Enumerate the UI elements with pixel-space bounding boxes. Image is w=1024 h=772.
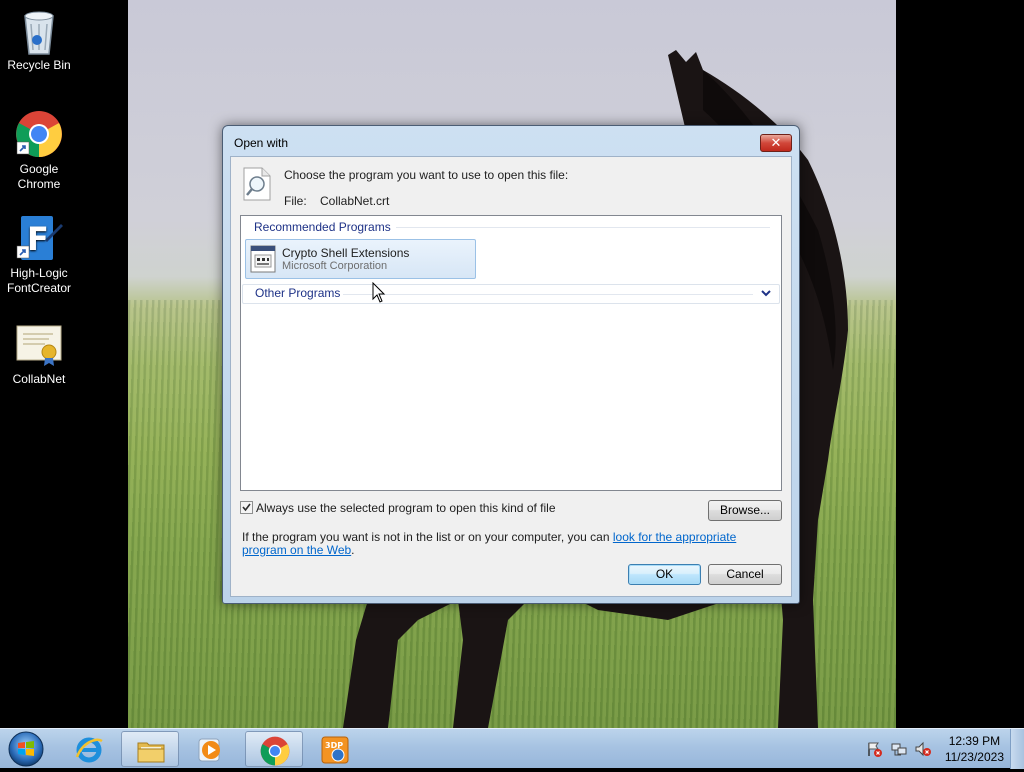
browse-button[interactable]: Browse... [708, 500, 782, 521]
mouse-cursor-icon [372, 281, 386, 307]
svg-text:3DP: 3DP [325, 741, 343, 750]
clock-date: 11/23/2023 [944, 750, 1004, 764]
always-use-label[interactable]: Always use the selected program to open … [256, 501, 556, 515]
3dp-icon: 3DP [320, 735, 350, 765]
file-search-icon [243, 167, 271, 201]
cancel-button[interactable]: Cancel [708, 564, 782, 585]
start-button[interactable] [5, 729, 47, 769]
desktop-icon-google-chrome[interactable]: Google Chrome [2, 110, 76, 192]
taskbar-3dp-chip[interactable]: 3DP [306, 731, 364, 767]
dialog-client-area: Choose the program you want to use to op… [230, 156, 792, 597]
taskbar-google-chrome[interactable] [245, 731, 303, 767]
desktop-icon-high-logic-fontcreator[interactable]: F High-Logic FontCreator [2, 214, 76, 296]
checkmark-icon [242, 503, 251, 512]
windows-start-orb-icon [8, 731, 44, 767]
svg-text:F: F [27, 220, 49, 258]
other-programs-header: Other Programs [255, 286, 341, 300]
ok-button[interactable]: OK [628, 564, 701, 585]
clock-time: 12:39 PM [948, 734, 1001, 748]
dialog-title: Open with [234, 136, 289, 150]
crypto-shell-icon [250, 245, 276, 273]
close-icon: ✕ [770, 135, 782, 150]
taskbar: 3DP 12:39 PM 11/23/2023 [0, 728, 1024, 769]
chrome-icon [15, 110, 63, 158]
other-programs-expander[interactable]: Other Programs [242, 284, 780, 304]
taskbar-internet-explorer[interactable] [60, 731, 118, 767]
chevron-down-icon [761, 286, 771, 303]
desktop-icon-label: Recycle Bin [7, 58, 71, 72]
open-with-dialog: Open with ✕ Choose the program you want … [222, 125, 800, 604]
group-divider [396, 227, 770, 228]
recommended-programs-header[interactable]: Recommended Programs [254, 220, 391, 234]
network-icon[interactable] [891, 741, 907, 757]
file-name: CollabNet.crt [320, 194, 390, 208]
program-publisher: Microsoft Corporation [282, 260, 388, 272]
show-desktop-button[interactable] [1010, 729, 1024, 769]
always-use-checkbox[interactable] [240, 501, 253, 514]
programs-list[interactable]: Recommended Programs Crypto Shell Extens… [240, 215, 782, 491]
desktop-icon-collabnet[interactable]: CollabNet [2, 320, 76, 387]
volume-muted-icon[interactable] [915, 741, 931, 757]
desktop-icon-label: High-Logic FontCreator [6, 266, 72, 295]
folder-icon [136, 736, 166, 766]
info-text-end: . [351, 543, 355, 557]
desktop-icon-recycle-bin[interactable]: Recycle Bin [2, 6, 76, 73]
taskbar-windows-media-player[interactable] [182, 731, 240, 767]
chrome-icon [260, 736, 290, 766]
media-player-icon [196, 735, 226, 765]
info-text-body: If the program you want is not in the li… [242, 530, 613, 544]
taskbar-windows-explorer[interactable] [121, 731, 179, 767]
recycle-bin-icon [15, 6, 63, 55]
action-center-flag-icon[interactable] [866, 741, 882, 757]
close-button[interactable]: ✕ [760, 134, 792, 152]
desktop-icon-label: CollabNet [12, 372, 66, 386]
desktop-icon-label: Google Chrome [17, 162, 61, 191]
system-clock[interactable]: 12:39 PM 11/23/2023 [945, 733, 1004, 765]
fontcreator-icon: F [15, 214, 63, 262]
group-divider [343, 294, 753, 295]
file-label: File: [284, 194, 307, 208]
dialog-prompt: Choose the program you want to use to op… [284, 168, 569, 182]
info-text: If the program you want is not in the li… [242, 531, 782, 557]
internet-explorer-icon [74, 735, 104, 765]
program-name: Crypto Shell Extensions [282, 246, 410, 260]
program-item-crypto-shell-extensions[interactable]: Crypto Shell Extensions Microsoft Corpor… [245, 239, 476, 279]
certificate-icon [15, 320, 63, 368]
